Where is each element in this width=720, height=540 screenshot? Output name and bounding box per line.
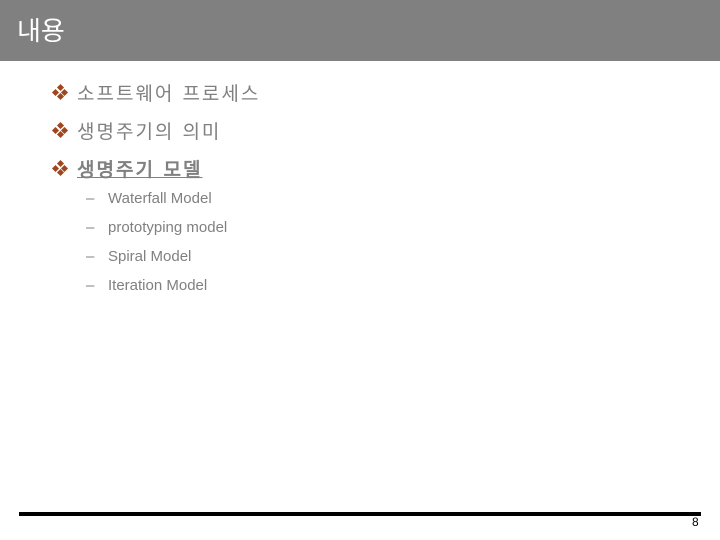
footer-rule	[19, 512, 701, 516]
bullet-label: 생명주기의 의미	[77, 120, 222, 143]
dash-icon: –	[86, 218, 95, 236]
sub-item: – prototyping model	[86, 217, 227, 237]
bullet-label: 소프트웨어 프로세스	[77, 82, 261, 105]
bullet-item: 생명주기의 의미	[51, 117, 222, 143]
diamond-bullet-icon	[51, 83, 69, 101]
diamond-bullet-icon	[51, 121, 69, 139]
sub-item-label: Waterfall Model	[108, 189, 212, 207]
sub-item-label: prototyping model	[108, 218, 228, 236]
slide-title: 내용	[17, 17, 65, 47]
bullet-item: 소프트웨어 프로세스	[51, 79, 261, 105]
bullet-label: 생명주기 모델	[77, 158, 203, 181]
dash-icon: –	[86, 247, 95, 265]
sub-item: – Iteration Model	[86, 275, 207, 295]
bullet-item-active: 생명주기 모델	[51, 155, 203, 181]
sub-item: – Spiral Model	[86, 246, 191, 266]
dash-icon: –	[86, 276, 95, 294]
dash-icon: –	[86, 189, 95, 207]
sub-item-label: Spiral Model	[108, 247, 192, 265]
diamond-bullet-icon	[51, 159, 69, 177]
sub-item-label: Iteration Model	[108, 276, 208, 294]
sub-item: – Waterfall Model	[86, 188, 212, 208]
page-number: 8	[692, 515, 699, 529]
title-bar	[0, 0, 720, 61]
